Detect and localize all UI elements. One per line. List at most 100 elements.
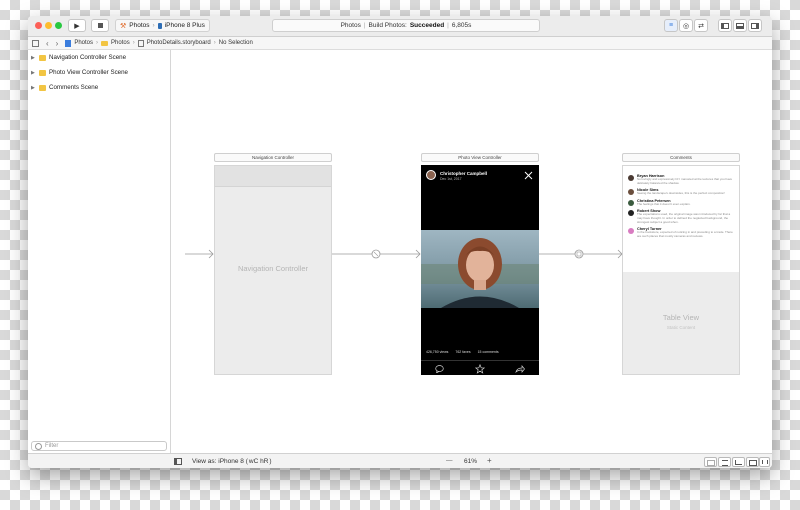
share-icon[interactable]	[515, 365, 525, 373]
chevron-right-icon: ›	[213, 40, 216, 46]
embed-in-stack-button[interactable]	[718, 457, 731, 467]
comments-scene[interactable]: Bryan Harrison So lovingly and expressiv…	[622, 165, 740, 375]
pin-icon	[748, 460, 757, 466]
scheme-selector[interactable]: ⚒ Photos › iPhone 8 Plus	[115, 19, 210, 32]
assistant-editor-button[interactable]: ◎	[679, 19, 693, 32]
view-as-label: View as: iPhone 8 (	[192, 458, 248, 465]
resolve-icon	[761, 460, 768, 464]
grid-icon[interactable]	[32, 39, 39, 47]
avatar	[628, 228, 634, 235]
stack-icon	[721, 460, 728, 466]
breadcrumb-project[interactable]: Photos	[74, 40, 93, 46]
project-icon	[65, 39, 72, 47]
comment-cell[interactable]: Cheryl Turner In the bookstore, expected…	[628, 227, 735, 238]
device-icon	[157, 22, 162, 29]
resolve-issues-button[interactable]	[759, 457, 770, 467]
comment-text: In the bookstore, expected of noticing i…	[637, 230, 733, 238]
portrait-photo	[421, 230, 539, 308]
outline-filter-field[interactable]: Filter	[31, 441, 167, 451]
nav-scene-title[interactable]: Navigation Controller	[214, 153, 332, 162]
scene-title-label: Navigation Controller	[251, 155, 295, 160]
outline-scene-row[interactable]: ▶ Photo View Controller Scene	[28, 65, 170, 80]
toggle-outline-button[interactable]	[174, 458, 182, 465]
scheme-device-label: iPhone 8 Plus	[164, 22, 205, 29]
standard-editor-button[interactable]: ≡	[664, 19, 678, 32]
comment-icon[interactable]	[435, 365, 444, 373]
close-window-button[interactable]	[35, 22, 42, 29]
nav-controller-label: Navigation Controller	[237, 264, 309, 273]
assistant-icon: ◎	[682, 22, 690, 30]
status-project: Photos	[340, 22, 361, 29]
photo-scene-title[interactable]: Photo View Controller	[421, 153, 539, 162]
views-count: 426,750 views	[426, 350, 449, 354]
toggle-navigator-button[interactable]	[718, 19, 732, 32]
chevron-right-icon: ›	[96, 40, 99, 46]
comment-text: So lovingly and expressively lit! I marv…	[637, 177, 733, 185]
frames-icon	[706, 460, 715, 466]
author-name: Christopher Campbell	[440, 171, 488, 176]
forward-chevron-icon[interactable]: ›	[56, 39, 59, 48]
toggle-debug-area-button[interactable]	[733, 19, 747, 32]
outline-scene-row[interactable]: ▶ Navigation Controller Scene	[28, 50, 170, 65]
bottom-panel-icon	[736, 22, 744, 29]
run-button[interactable]: ▶	[68, 19, 86, 32]
outline-scene-row[interactable]: ▶ Comments Scene	[28, 80, 170, 95]
photo-view-controller-scene[interactable]: Christopher Campbell Dec 1st, 2017 426,7…	[421, 165, 539, 375]
toggle-inspector-button[interactable]	[748, 19, 762, 32]
folder-icon	[101, 40, 109, 46]
storyboard-canvas[interactable]: Navigation Controller Navigation Control…	[171, 50, 772, 453]
status-separator: |	[363, 22, 366, 29]
status-result: Succeeded	[409, 22, 445, 29]
star-icon[interactable]	[475, 364, 485, 374]
stats-row: 426,750 views 762 faves 15 comments	[426, 350, 534, 354]
comments-scene-title[interactable]: Comments	[622, 153, 740, 162]
zoom-window-button[interactable]	[55, 22, 62, 29]
jump-bar: ‹ › Photos › Photos › PhotoDetails.story…	[28, 37, 772, 50]
filter-placeholder: Filter	[45, 443, 59, 449]
avatar	[628, 199, 634, 206]
back-chevron-icon[interactable]: ‹	[46, 39, 49, 48]
zoom-out-button[interactable]: —	[446, 457, 453, 464]
comment-cell[interactable]: Robert Show The expectations used, the o…	[628, 209, 735, 224]
comment-cell[interactable]: Nicole Sims Seeing the landscape's downs…	[628, 188, 735, 196]
navigation-bar	[215, 166, 331, 187]
breadcrumb-selection[interactable]: No Selection	[219, 40, 253, 46]
view-as-end: )	[269, 458, 272, 465]
comment-cell[interactable]: Christina Petersen The feelings that it …	[628, 199, 735, 207]
breadcrumb-group[interactable]: Photos	[111, 40, 130, 46]
align-button[interactable]	[732, 457, 745, 467]
chevron-right-icon: ›	[132, 40, 135, 46]
scene-icon	[39, 69, 46, 76]
action-toolbar	[421, 360, 539, 376]
zoom-level[interactable]: 61%	[464, 458, 477, 465]
zoom-in-button[interactable]: +	[487, 456, 492, 465]
navigation-controller-scene[interactable]: Navigation Controller	[214, 165, 332, 375]
arrows-icon: ⇄	[698, 22, 704, 30]
right-panel-icon	[751, 22, 759, 29]
document-outline: ▶ Navigation Controller Scene ▶ Photo Vi…	[28, 50, 171, 453]
disclosure-triangle-icon[interactable]: ▶	[31, 70, 39, 76]
status-separator: |	[447, 22, 449, 29]
comments-count: 15 comments	[477, 350, 499, 354]
comment-text: The feelings that it doesn't even explai…	[637, 201, 691, 206]
breadcrumb-file[interactable]: PhotoDetails.storyboard	[147, 40, 211, 46]
disclosure-triangle-icon[interactable]: ▶	[31, 85, 39, 91]
canvas-bottom-bar: View as: iPhone 8 ( wC hR ) — 61% +	[28, 453, 772, 468]
stop-button[interactable]	[91, 19, 109, 32]
scene-label: Comments Scene	[49, 84, 99, 91]
activity-status: Photos | Build Photos: Succeeded | 6,805…	[272, 19, 540, 32]
faves-count: 762 faves	[455, 350, 471, 354]
version-editor-button[interactable]: ⇄	[694, 19, 708, 32]
view-as-control[interactable]: View as: iPhone 8 ( wC hR )	[192, 458, 272, 465]
scene-title-label: Comments	[670, 155, 692, 160]
minimize-window-button[interactable]	[45, 22, 52, 29]
scene-icon	[39, 54, 46, 61]
pin-button[interactable]	[746, 457, 759, 467]
photo-date: Dec 1st, 2017	[440, 177, 462, 181]
comment-cell[interactable]: Bryan Harrison So lovingly and expressiv…	[628, 174, 735, 185]
chevron-right-icon: ›	[152, 22, 155, 29]
close-icon[interactable]	[524, 171, 533, 180]
avatar	[628, 175, 634, 181]
disclosure-triangle-icon[interactable]: ▶	[31, 55, 39, 61]
update-frames-button[interactable]	[704, 457, 717, 467]
